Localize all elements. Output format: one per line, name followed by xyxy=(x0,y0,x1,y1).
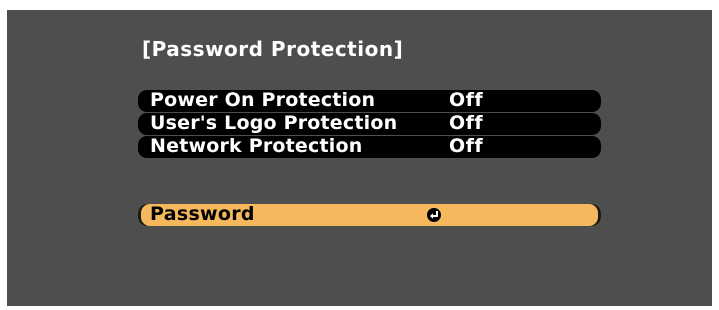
password-label: Password xyxy=(150,203,255,225)
network-protection-label: Network Protection xyxy=(150,135,363,157)
network-protection-value: Off xyxy=(449,135,484,157)
users-logo-protection-row[interactable]: User's Logo Protection Off xyxy=(138,112,601,135)
power-on-protection-row[interactable]: Power On Protection Off xyxy=(138,89,601,112)
users-logo-protection-value: Off xyxy=(449,112,484,134)
power-on-protection-label: Power On Protection xyxy=(150,89,376,111)
password-row[interactable]: Password xyxy=(138,203,601,226)
enter-icon xyxy=(427,208,441,222)
power-on-protection-value: Off xyxy=(449,89,484,111)
password-protection-screen: [Password Protection] Power On Protectio… xyxy=(7,10,712,306)
screen-title: [Password Protection] xyxy=(142,37,404,61)
users-logo-protection-label: User's Logo Protection xyxy=(150,112,398,134)
network-protection-row[interactable]: Network Protection Off xyxy=(138,135,601,158)
protection-menu: Power On Protection Off User's Logo Prot… xyxy=(138,89,601,159)
